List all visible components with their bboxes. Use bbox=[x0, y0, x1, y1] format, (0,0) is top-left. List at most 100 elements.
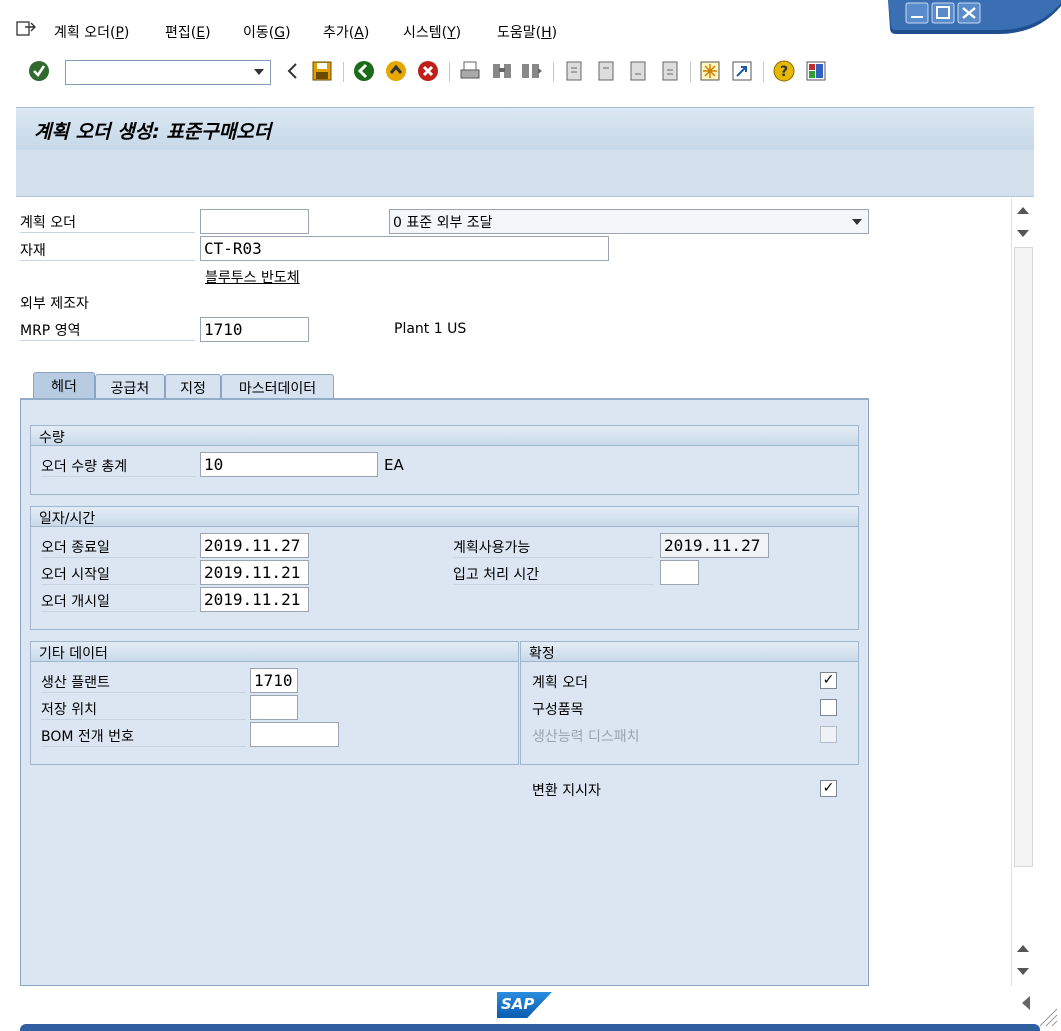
production-plant-field[interactable]: 1710 bbox=[250, 668, 298, 693]
capacity-dispatched-label: 생산능력 디스패치 bbox=[532, 729, 640, 745]
menu-tail: ) bbox=[285, 25, 291, 41]
menu-tail: ) bbox=[551, 25, 558, 41]
bom-explosion-label: BOM 전개 번호 bbox=[41, 726, 246, 747]
menu-system[interactable]: 시스템(Y) bbox=[403, 22, 461, 42]
menu-key: G bbox=[274, 25, 286, 41]
menu-system-icon[interactable] bbox=[16, 19, 38, 39]
menu-help[interactable]: 도움말(H) bbox=[497, 22, 557, 42]
order-finish-date-field[interactable]: 2019.11.27 bbox=[200, 533, 309, 558]
planned-order-field[interactable] bbox=[200, 209, 309, 234]
maximize-icon[interactable] bbox=[931, 2, 955, 24]
material-field[interactable]: CT-R03 bbox=[200, 236, 609, 261]
tab-master-data[interactable]: 마스터데이터 bbox=[221, 374, 334, 399]
menu-goto[interactable]: 이동(G) bbox=[243, 22, 291, 42]
group-title: 확정 bbox=[521, 642, 858, 662]
resize-grip-icon[interactable] bbox=[1036, 1005, 1058, 1027]
tab-supplier[interactable]: 공급처 bbox=[95, 374, 165, 399]
planned-availability-label: 계획사용가능 bbox=[453, 537, 653, 558]
group-title: 수량 bbox=[31, 426, 858, 446]
status-toggle-icon[interactable] bbox=[1022, 996, 1030, 1010]
planned-order-label: 계획 오더 bbox=[20, 212, 195, 233]
menu-tail: ) bbox=[363, 25, 370, 41]
help-icon[interactable]: ? bbox=[773, 60, 795, 82]
procurement-type-select[interactable]: 0 표준 외부 조달 bbox=[389, 209, 869, 234]
exit-icon[interactable] bbox=[385, 60, 407, 82]
minimize-icon[interactable] bbox=[905, 2, 929, 24]
order-finish-date-label: 오더 종료일 bbox=[41, 537, 196, 558]
toolbar-separator bbox=[553, 62, 554, 82]
menu-edit[interactable]: 편집(E) bbox=[165, 22, 211, 42]
save-icon[interactable] bbox=[311, 60, 333, 82]
find-icon[interactable] bbox=[491, 60, 513, 82]
scroll-page-down-icon[interactable] bbox=[1017, 968, 1029, 975]
create-session-icon[interactable] bbox=[699, 60, 721, 82]
menu-extras[interactable]: 추가(A) bbox=[323, 22, 369, 42]
back-icon[interactable] bbox=[353, 60, 375, 82]
sap-logo: SAP bbox=[497, 992, 552, 1018]
order-qty-total-field[interactable]: 10 bbox=[200, 452, 378, 477]
tab-assignment[interactable]: 지정 bbox=[165, 374, 221, 399]
bom-explosion-field[interactable] bbox=[250, 722, 339, 747]
svg-text:?: ? bbox=[780, 64, 788, 80]
scroll-page-up-icon[interactable] bbox=[1017, 945, 1029, 952]
capacity-dispatched-checkbox bbox=[820, 726, 837, 743]
back-arrow-icon[interactable] bbox=[282, 60, 304, 82]
toolbar-separator bbox=[449, 62, 450, 82]
order-opening-date-field[interactable]: 2019.11.21 bbox=[200, 587, 309, 612]
scroll-down-icon[interactable] bbox=[1017, 230, 1029, 237]
gr-processing-time-label: 입고 처리 시간 bbox=[453, 564, 653, 585]
checkmark-icon: ✓ bbox=[822, 780, 835, 796]
enter-icon[interactable] bbox=[28, 60, 50, 82]
scroll-up-icon[interactable] bbox=[1017, 207, 1029, 214]
page-title: 계획 오더 생성: 표준구매오더 bbox=[34, 121, 272, 143]
first-page-icon[interactable] bbox=[563, 60, 585, 82]
order-qty-total-label: 오더 수량 총계 bbox=[41, 456, 196, 477]
last-page-icon[interactable] bbox=[659, 60, 681, 82]
close-icon[interactable] bbox=[957, 2, 981, 24]
command-field[interactable] bbox=[65, 60, 271, 85]
order-start-date-field[interactable]: 2019.11.21 bbox=[200, 560, 309, 585]
sap-logo-text: SAP bbox=[501, 995, 535, 1013]
cancel-icon[interactable] bbox=[417, 60, 439, 82]
chevron-down-icon bbox=[852, 219, 862, 225]
firm-planned-order-checkbox[interactable]: ✓ bbox=[820, 672, 837, 689]
next-page-icon[interactable] bbox=[627, 60, 649, 82]
menu-key: Y bbox=[447, 25, 456, 41]
customize-layout-icon[interactable] bbox=[805, 60, 827, 82]
mrp-area-label: MRP 영역 bbox=[20, 320, 195, 341]
shortcut-icon[interactable] bbox=[731, 60, 753, 82]
tab-header[interactable]: 헤더 bbox=[33, 372, 95, 399]
vertical-scrollbar[interactable] bbox=[1011, 198, 1034, 986]
previous-page-icon[interactable] bbox=[595, 60, 617, 82]
mrp-area-description: Plant 1 US bbox=[394, 321, 467, 337]
mrp-area-field[interactable]: 1710 bbox=[200, 317, 309, 342]
application-toolbar bbox=[16, 150, 1034, 197]
checkmark-icon: ✓ bbox=[822, 672, 835, 688]
menu-tail: ) bbox=[455, 25, 462, 41]
menu-tail: ) bbox=[205, 25, 211, 41]
print-icon[interactable] bbox=[459, 60, 481, 82]
menu-label: 편집( bbox=[165, 25, 197, 41]
firm-planned-order-label: 계획 오더 bbox=[532, 675, 588, 691]
toolbar-separator bbox=[343, 62, 344, 82]
firm-components-checkbox[interactable] bbox=[820, 699, 837, 716]
gr-processing-time-field[interactable] bbox=[660, 560, 699, 585]
external-manufacturer-label: 외부 제조자 bbox=[20, 296, 89, 312]
storage-location-field[interactable] bbox=[250, 695, 298, 720]
order-start-date-label: 오더 시작일 bbox=[41, 564, 196, 585]
menu-key: E bbox=[196, 25, 206, 41]
planned-availability-field: 2019.11.27 bbox=[660, 533, 769, 558]
menu-planned-order[interactable]: 계획 오더(P) bbox=[54, 22, 129, 42]
menu-key: A bbox=[354, 25, 364, 41]
menu-label: 계획 오더( bbox=[54, 25, 116, 41]
menu-label: 추가( bbox=[323, 25, 355, 41]
chevron-down-icon[interactable] bbox=[254, 69, 264, 75]
toolbar-separator bbox=[690, 62, 691, 82]
menu-label: 시스템( bbox=[403, 25, 448, 41]
material-description[interactable]: 블루투스 반도체 bbox=[205, 267, 300, 287]
conversion-indicator-checkbox[interactable]: ✓ bbox=[820, 780, 837, 797]
find-next-icon[interactable] bbox=[521, 60, 543, 82]
group-title: 일자/시간 bbox=[31, 507, 858, 527]
window-controls bbox=[888, 0, 1061, 34]
scroll-thumb[interactable] bbox=[1014, 247, 1033, 867]
